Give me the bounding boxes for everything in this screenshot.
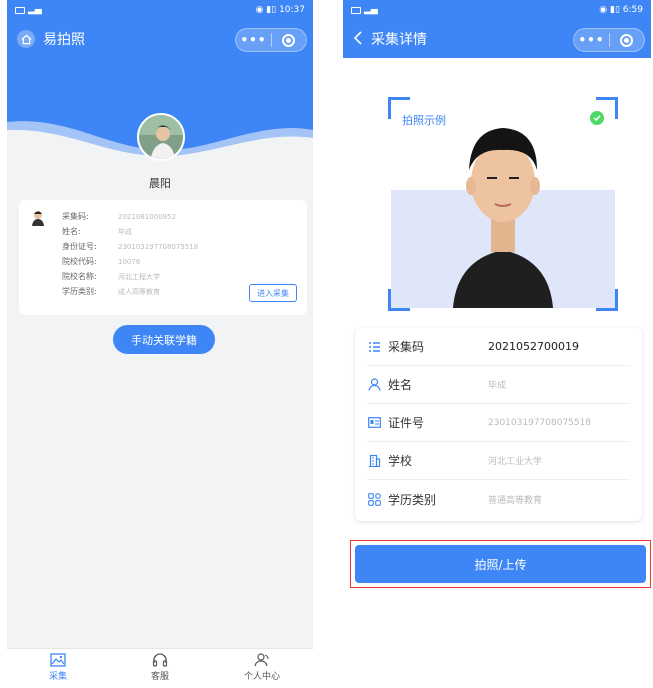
tab-label: 客服 — [150, 672, 169, 682]
detail-card: 采集码 2021052700019 姓名 毕成 证件号 230103197708… — [355, 328, 642, 521]
grid-icon — [367, 492, 381, 506]
nav-bar: 易拍照 ••• — [7, 20, 313, 58]
signal-icon: ▂▄ — [28, 5, 42, 15]
detail-row-education: 学历类别 普通高等教育 — [367, 480, 630, 518]
detail-row-code: 采集码 2021052700019 — [367, 328, 630, 366]
mini-program-capsule: ••• — [573, 28, 645, 52]
sim-icon — [351, 6, 361, 14]
back-icon[interactable] — [353, 30, 363, 49]
detail-screen: ▂▄ ◉ ▮▯ 6:59 采集详情 ••• 拍照示例 采集码 202105270… — [343, 0, 651, 688]
tab-label: 采集 — [48, 672, 67, 682]
mini-program-capsule: ••• — [235, 28, 307, 52]
status-bar: ▂▄ ◉ ▮▯ 6:59 — [343, 0, 651, 20]
sim-icon — [15, 6, 25, 14]
image-icon — [50, 653, 66, 667]
tab-profile[interactable]: 个人中心 — [211, 649, 313, 688]
id-card-icon — [367, 416, 381, 430]
tab-label: 个人中心 — [243, 672, 280, 682]
close-button[interactable] — [610, 33, 644, 47]
user-icon — [254, 653, 269, 667]
student-avatar-icon — [32, 211, 44, 226]
status-icons: ◉ ▮▯ — [599, 5, 623, 15]
detail-row-name: 姓名 毕成 — [367, 366, 630, 404]
info-row: 学历类别: 成人高等教育 — [62, 287, 160, 296]
more-button[interactable]: ••• — [236, 33, 271, 47]
nav-bar: 采集详情 ••• — [343, 20, 651, 58]
signal-icon: ▂▄ — [364, 5, 378, 15]
tab-service[interactable]: 客服 — [109, 649, 211, 688]
home-icon[interactable] — [17, 30, 35, 48]
list-icon — [367, 340, 381, 354]
photo-upload-button[interactable]: 拍照/上传 — [355, 545, 646, 583]
headset-icon — [152, 653, 168, 667]
info-row: 院校代码: 10076 — [62, 257, 141, 266]
tab-collect[interactable]: 采集 — [7, 649, 109, 688]
sample-label: 拍照示例 — [402, 114, 446, 127]
upload-highlight: 拍照/上传 — [350, 540, 651, 588]
check-icon — [590, 111, 604, 125]
status-bar: ▂▄ ◉ ▮▯ 10:37 — [7, 0, 313, 20]
enter-collection-button[interactable]: 进入采集 — [249, 284, 297, 302]
building-icon — [367, 454, 381, 468]
home-screen: ▂▄ ◉ ▮▯ 10:37 易拍照 ••• 晨阳 采集码: 2021081000… — [7, 0, 313, 688]
person-icon — [367, 378, 381, 392]
sample-photo — [391, 100, 615, 308]
info-row: 姓名: 毕成 — [62, 227, 132, 236]
link-student-record-button[interactable]: 手动关联学籍 — [113, 325, 215, 354]
detail-row-school: 学校 河北工业大学 — [367, 442, 630, 480]
status-icons: ◉ ▮▯ — [255, 5, 280, 15]
status-time: 10:37 — [279, 5, 305, 15]
detail-row-id: 证件号 230103197708075518 — [367, 404, 630, 442]
info-row: 采集码: 2021081000952 — [62, 212, 176, 221]
info-row: 身份证号: 230103197708075518 — [62, 242, 199, 251]
target-icon — [282, 33, 296, 47]
status-time: 6:59 — [622, 5, 643, 15]
more-button[interactable]: ••• — [574, 33, 609, 47]
target-icon — [620, 33, 634, 47]
student-info-card: 采集码: 2021081000952 姓名: 毕成 身份证号: 23010319770… — [19, 200, 307, 315]
tab-bar: 采集 客服 个人中心 — [7, 648, 313, 688]
page-title: 易拍照 — [43, 32, 85, 48]
info-row: 院校名称: 河北工程大学 — [62, 272, 160, 281]
close-button[interactable] — [272, 33, 306, 47]
user-name: 晨阳 — [149, 177, 171, 190]
sample-photo-frame: 拍照示例 — [388, 97, 618, 311]
page-title: 采集详情 — [371, 32, 427, 48]
avatar — [137, 113, 185, 161]
